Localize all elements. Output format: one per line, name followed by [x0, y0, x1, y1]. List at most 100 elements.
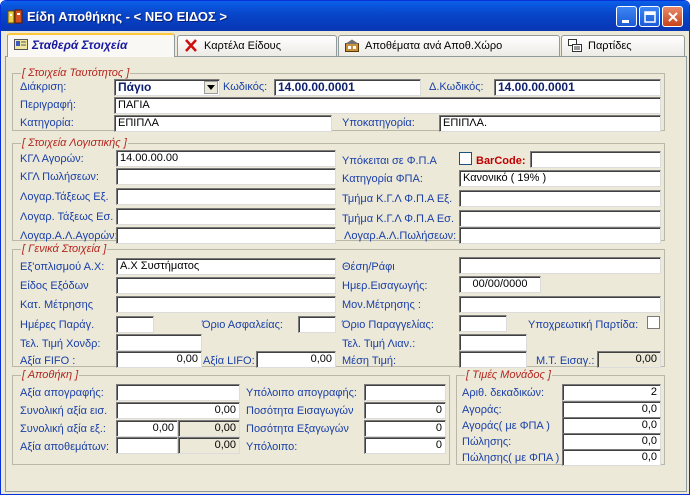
imer-eisagogis-field[interactable]: 00/00/0000 [459, 276, 541, 293]
tel-timi-xondr-label: Τελ. Τιμή Χονδρ: [20, 338, 101, 350]
log-taxeos-ex-label: Λογαρ.Τάξεως Εξ. [20, 191, 109, 203]
posotita-eisagogon-field[interactable]: 0 [364, 402, 446, 419]
orio-asfaleias-field[interactable] [298, 316, 336, 333]
katigoria-field[interactable]: ΕΠΙΠΛΑ [114, 115, 332, 132]
axia-apothematon-secondary-field[interactable]: 0,00 [178, 437, 240, 454]
perigrafi-field[interactable]: ΠΑΓΙΑ [114, 97, 661, 114]
ypokatigoria-label: Υποκατηγορία: [342, 117, 415, 129]
axia-lifo-field[interactable]: 0,00 [256, 351, 336, 368]
katigoria-fpa-field[interactable]: Κανονικό ( 19% ) [459, 170, 661, 187]
tab-strip: Σταθερά Στοιχεία Καρτέλα Είδους Αποθέματ… [5, 33, 687, 57]
tel-timi-lian-label: Τελ. Τιμή Λιαν.: [342, 338, 416, 350]
tab-partides[interactable]: Παρτίδες [561, 35, 685, 56]
perigrafi-label: Περιγραφή: [20, 99, 76, 111]
tab-kartela-eidous[interactable]: Καρτέλα Είδους [177, 35, 337, 56]
group-legend: [ Στοιχεία Ταυτότητος ] [21, 67, 131, 79]
axia-fifo-field[interactable]: 0,00 [116, 351, 202, 368]
tab-label: Αποθέματα ανά Αποθ.Χώρο [365, 40, 503, 52]
exoplismou-field[interactable]: Α.Χ Συστήματος [116, 258, 336, 275]
tel-timi-lian-field[interactable] [459, 334, 527, 351]
app-window: Είδη Αποθήκης - < ΝΕΟ ΕΙΔΟΣ > Σταθερά Στ… [0, 0, 690, 495]
axia-apografis-field[interactable] [116, 384, 240, 401]
orio-asfaleias-label: Όριο Ασφαλείας: [202, 319, 283, 331]
close-icon [668, 12, 678, 22]
m-t-eisag-label: Μ.Τ. Εισαγ.: [536, 355, 595, 367]
agora-field[interactable]: 0,0 [562, 401, 661, 418]
synoliki-eis-field[interactable]: 0,00 [116, 402, 240, 419]
thesi-rafi-field[interactable] [459, 257, 661, 274]
group-legend: [ Τιμές Μονάδος ] [465, 369, 552, 381]
agora-label: Αγοράς: [462, 404, 502, 416]
axia-fifo-label: Αξία FIFO : [20, 355, 76, 367]
log-a-agoron-field[interactable] [116, 227, 336, 244]
ypokatigoria-field[interactable]: ΕΠΙΠΛΑ. [439, 115, 661, 132]
log-taxeos-ex-field[interactable] [116, 188, 336, 205]
title-bar[interactable]: Είδη Αποθήκης - < ΝΕΟ ΕΙΔΟΣ > [1, 1, 689, 31]
minimize-button[interactable] [616, 6, 637, 27]
agora-fpa-field[interactable]: 0,0 [562, 417, 661, 434]
kgl-agoron-field[interactable]: 14.00.00.00 [116, 150, 336, 167]
group-legend: [ Γενικά Στοιχεία ] [21, 243, 108, 255]
window-title: Είδη Αποθήκης - < ΝΕΟ ΕΙΔΟΣ > [27, 9, 228, 24]
ypoxreotiki-partida-checkbox[interactable] [647, 316, 660, 329]
synoliki-eis-label: Συνολική αξία εισ. [20, 405, 108, 417]
diakrisi-label: Διάκριση: [20, 81, 67, 93]
orio-paraggelias-field[interactable] [459, 315, 507, 332]
diakrisi-value: Πάγιο [118, 80, 152, 94]
axia-apothematon-label: Αξία αποθεμάτων: [20, 441, 110, 453]
ypoloipo-label: Υπόλοιπο: [246, 441, 298, 453]
kgl-poliseon-field[interactable] [116, 168, 336, 185]
axia-apothematon-field[interactable] [116, 437, 178, 454]
axia-apografis-label: Αξία απογραφής: [20, 387, 104, 399]
mesi-timi-field[interactable] [459, 351, 527, 368]
red-x-icon [185, 39, 197, 52]
log-taxeos-es-label: Λογαρ. Τάξεως Εσ. [20, 211, 114, 223]
diakrisi-select[interactable]: Πάγιο [114, 79, 220, 96]
eidos-exodon-label: Είδος Εξόδων [20, 280, 89, 292]
log-taxeos-es-field[interactable] [116, 208, 336, 225]
imeres-parag-field[interactable] [116, 316, 154, 333]
m-t-eisag-field[interactable]: 0,00 [597, 351, 661, 368]
tab-stathera-stoixeia[interactable]: Σταθερά Στοιχεία [7, 33, 175, 57]
synoliki-ex-field[interactable]: 0,00 [116, 420, 178, 437]
dkodikos-field[interactable]: 14.00.00.0001 [494, 79, 661, 96]
ypoloipo-apografis-field[interactable] [364, 384, 446, 401]
mon-metrisis-field[interactable] [459, 296, 661, 313]
ypokeitai-fpa-label: Υπόκειται σε Φ.Π.Α [342, 155, 437, 167]
tab-apothemata[interactable]: Αποθέματα ανά Αποθ.Χώρο [338, 35, 560, 56]
maximize-button[interactable] [639, 6, 660, 27]
arith-dekadikon-field[interactable]: 2 [562, 384, 661, 401]
mon-metrisis-label: Μον.Μέτρησης : [342, 299, 421, 311]
kgl-poliseon-label: ΚΓΛ Πωλήσεων: [20, 171, 99, 183]
log-a-poliseon-field[interactable] [459, 227, 661, 244]
posotita-eisagogon-label: Ποσότητα Εισαγωγών [246, 405, 354, 417]
eidos-exodon-field[interactable] [116, 277, 336, 294]
dropdown-button[interactable] [204, 81, 218, 94]
kodikos-field[interactable]: 14.00.00.0001 [274, 79, 421, 96]
axia-lifo-label: Αξία LIFO: [203, 355, 255, 367]
kat-metrisis-field[interactable] [116, 296, 336, 313]
kat-metrisis-label: Κατ. Μέτρησης [20, 299, 94, 311]
ypokeitai-fpa-checkbox[interactable] [459, 152, 472, 165]
polisis-field[interactable]: 0,0 [562, 433, 661, 450]
tel-timi-xondr-field[interactable] [116, 334, 202, 351]
tmima-es-field[interactable] [459, 210, 661, 227]
posotita-exagogon-label: Ποσότητα Εξαγωγών [246, 423, 349, 435]
minimize-icon [622, 20, 629, 23]
ypoloipo-field[interactable]: 0 [364, 437, 446, 454]
ypoxreotiki-partida-label: Υποχρεωτική Παρτίδα: [528, 319, 639, 331]
chevron-down-icon [207, 85, 215, 90]
orio-paraggelias-label: Όριο Παραγγελίας: [342, 319, 434, 331]
kodikos-label: Κωδικός: [223, 81, 268, 93]
barcode-field[interactable] [530, 151, 661, 168]
posotita-exagogon-field[interactable]: 0 [364, 420, 446, 437]
batches-icon [568, 39, 582, 52]
close-button[interactable] [662, 6, 683, 27]
polisis-fpa-label: Πώλησης( με ΦΠΑ ) [462, 452, 560, 464]
log-a-agoron-label: Λογαρ.Α.Λ.Αγορών: [20, 230, 118, 242]
thesi-rafi-label: Θέση/Ράφι [342, 261, 395, 273]
exoplismou-label: Εξ'οπλισμού Α.Χ: [20, 261, 105, 273]
synoliki-ex-secondary-field[interactable]: 0,00 [178, 420, 240, 437]
polisis-fpa-field[interactable]: 0,0 [562, 449, 661, 466]
tmima-ex-field[interactable] [459, 190, 661, 207]
